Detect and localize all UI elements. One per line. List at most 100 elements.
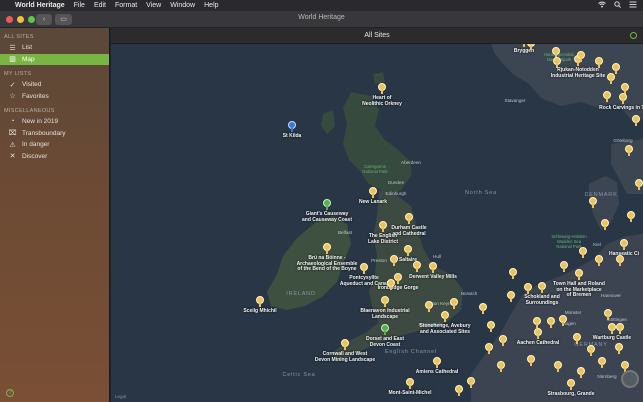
site-pin[interactable] [441, 311, 449, 322]
site-pin[interactable] [360, 263, 368, 274]
map-view[interactable]: North Sea Celtic Sea English Channel IRE… [111, 44, 643, 402]
site-pin[interactable] [379, 221, 387, 232]
menu-window[interactable]: Window [170, 2, 195, 9]
site-pin[interactable] [487, 321, 495, 332]
site-label[interactable]: Mont-Saint-Michel [388, 390, 431, 397]
site-pin[interactable] [595, 255, 603, 266]
site-pin[interactable] [381, 324, 389, 335]
sidebar-item-visited[interactable]: ✓ Visited [0, 79, 109, 91]
site-pin[interactable] [553, 57, 561, 68]
site-pin[interactable] [616, 255, 624, 266]
site-pin[interactable] [534, 328, 542, 339]
site-label[interactable]: Rock Carvings in Ta [599, 105, 643, 112]
menu-edit[interactable]: Edit [94, 2, 106, 9]
site-pin[interactable] [604, 309, 612, 320]
site-pin[interactable] [595, 57, 603, 68]
site-pin[interactable] [450, 298, 458, 309]
site-pin[interactable] [627, 211, 635, 222]
sidebar-item-new-in-2019[interactable]: ◔ New in 2019 [0, 116, 109, 128]
site-pin[interactable] [573, 333, 581, 344]
site-pin[interactable] [598, 357, 606, 368]
menu-format[interactable]: Format [115, 2, 137, 9]
site-pin[interactable] [433, 357, 441, 368]
site-pin[interactable] [485, 343, 493, 354]
site-label[interactable]: Aachen Cathedral [517, 340, 560, 347]
site-pin[interactable] [620, 239, 628, 250]
user-location-icon[interactable] [630, 32, 637, 39]
menu-help[interactable]: Help [204, 2, 218, 9]
site-label[interactable]: The English Lake District [368, 233, 398, 245]
site-label[interactable]: Cornwall and West Devon Mining Landscape [315, 351, 375, 363]
site-label[interactable]: Derwent Valley Mills [409, 274, 457, 281]
site-label[interactable]: Stonehenge, Avebury and Associated Sites [419, 323, 470, 335]
site-pin[interactable] [616, 323, 624, 334]
control-center-icon[interactable] [629, 1, 637, 10]
site-label[interactable]: Amiens Cathedral [416, 369, 459, 376]
site-label[interactable]: Brú na Bóinne - Archaeological Ensemble … [297, 255, 358, 273]
site-pin[interactable] [587, 345, 595, 356]
site-pin[interactable] [507, 291, 515, 302]
site-pin[interactable] [499, 335, 507, 346]
site-pin[interactable] [404, 245, 412, 256]
site-pin[interactable] [635, 179, 643, 190]
site-pin[interactable] [341, 339, 349, 350]
site-pin[interactable] [601, 219, 609, 230]
site-pin[interactable] [497, 361, 505, 372]
site-pin[interactable] [256, 296, 264, 307]
site-pin[interactable] [621, 83, 629, 94]
site-pin[interactable] [554, 361, 562, 372]
legal-link[interactable]: Legal [115, 394, 126, 399]
site-pin[interactable] [577, 367, 585, 378]
help-button[interactable]: ? [6, 389, 14, 397]
site-label[interactable]: Giant's Causeway and Causeway Coast [302, 211, 352, 223]
site-pin[interactable] [524, 283, 532, 294]
site-pin[interactable] [467, 377, 475, 388]
site-pin[interactable] [394, 273, 402, 284]
site-pin[interactable] [323, 199, 331, 210]
sidebar-item-favorites[interactable]: ☆ Favorites [0, 91, 109, 103]
menu-file[interactable]: File [74, 2, 85, 9]
site-label[interactable]: Blaenavon Industrial Landscape [360, 308, 409, 320]
site-pin[interactable] [390, 255, 398, 266]
site-label[interactable]: Schokland and Surroundings [524, 294, 560, 306]
site-pin[interactable] [559, 315, 567, 326]
site-pin[interactable] [527, 355, 535, 366]
site-pin[interactable] [405, 213, 413, 224]
site-pin[interactable] [378, 83, 386, 94]
site-pin[interactable] [455, 385, 463, 396]
site-pin[interactable] [538, 282, 546, 293]
site-pin[interactable] [387, 279, 395, 290]
sidebar-item-map[interactable]: ▥ Map [0, 53, 109, 65]
site-pin[interactable] [547, 317, 555, 328]
site-label[interactable]: Wartburg Castle [593, 335, 631, 342]
site-pin[interactable] [603, 91, 611, 102]
site-pin[interactable] [560, 261, 568, 272]
site-pin[interactable] [533, 317, 541, 328]
site-label[interactable]: Ironbridge Gorge [378, 285, 419, 292]
site-label[interactable]: Rjukan-Notodden Industrial Heritage Site [551, 67, 605, 79]
site-pin[interactable] [567, 379, 575, 390]
site-label[interactable]: Hanseatic Ci [609, 251, 639, 258]
wifi-icon[interactable] [598, 1, 606, 10]
site-pin[interactable] [607, 73, 615, 84]
site-pin[interactable] [479, 303, 487, 314]
site-pin[interactable] [413, 261, 421, 272]
site-pin[interactable] [288, 121, 296, 132]
site-label[interactable]: Town Hall and Roland on the Marketplace … [553, 281, 605, 299]
site-label[interactable]: Sceilg Mhichíl [243, 308, 276, 315]
site-pin[interactable] [575, 269, 583, 280]
menu-app-name[interactable]: World Heritage [15, 2, 65, 9]
sidebar-item-in-danger[interactable]: ⚠ In danger [0, 139, 109, 151]
site-pin[interactable] [381, 296, 389, 307]
site-pin[interactable] [608, 323, 616, 334]
site-label[interactable]: St Kilda [283, 133, 302, 140]
site-pin[interactable] [369, 187, 377, 198]
menu-view[interactable]: View [146, 2, 161, 9]
site-pin[interactable] [619, 93, 627, 104]
site-pin[interactable] [589, 197, 597, 208]
site-pin[interactable] [577, 51, 585, 62]
site-pin[interactable] [615, 343, 623, 354]
site-label[interactable]: Strasbourg, Grande [548, 391, 595, 398]
site-pin[interactable] [579, 247, 587, 258]
site-label[interactable]: Dorset and East Devon Coast [366, 336, 404, 348]
